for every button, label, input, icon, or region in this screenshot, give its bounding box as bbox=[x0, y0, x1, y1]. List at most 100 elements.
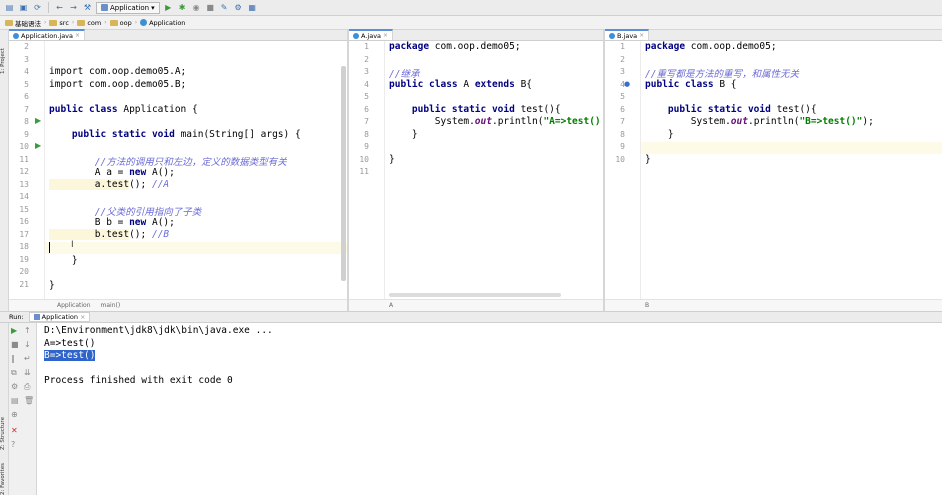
code-text: A bbox=[457, 79, 475, 90]
crumb-project[interactable]: 基础语法 bbox=[2, 18, 44, 28]
code-comment: //方法的调用只和左边，定义的数据类型有关 bbox=[49, 157, 287, 168]
line-number: 10 bbox=[359, 154, 369, 164]
line-number: 4 bbox=[24, 67, 29, 76]
structure-icon[interactable]: ▦ bbox=[247, 2, 258, 13]
tab-b-java[interactable]: B.java × bbox=[605, 29, 650, 40]
close-icon[interactable]: × bbox=[75, 32, 80, 39]
code-line-1: package com.oop.demo05; bbox=[645, 41, 777, 52]
structure-tool-button[interactable]: Z: Structure bbox=[0, 402, 9, 450]
footer-method[interactable]: main() bbox=[101, 302, 121, 309]
stop-icon[interactable]: ■ bbox=[205, 2, 216, 13]
stop-icon[interactable]: ■ bbox=[11, 340, 19, 349]
pin-icon[interactable]: ⊕ bbox=[11, 410, 18, 419]
close-icon[interactable]: × bbox=[80, 313, 85, 321]
coverage-icon[interactable]: ◉ bbox=[191, 2, 202, 13]
close-icon[interactable]: ✕ bbox=[11, 426, 18, 435]
footer-class[interactable]: Application bbox=[57, 302, 91, 309]
code-comment: //父类的引用指向了子类 bbox=[49, 207, 202, 218]
line-number: 11 bbox=[359, 167, 369, 176]
build-icon[interactable]: ⚒ bbox=[82, 2, 93, 13]
app-config-icon bbox=[33, 314, 40, 320]
line-number: 4 bbox=[620, 79, 625, 89]
code-line-7: public class Application { bbox=[49, 104, 198, 115]
run-tab-application[interactable]: Application × bbox=[28, 312, 91, 322]
line-number: 15 bbox=[19, 204, 29, 214]
tab-label: B.java bbox=[617, 31, 638, 40]
tab-application-java[interactable]: Application.java × bbox=[9, 29, 86, 40]
pause-icon[interactable]: ‖ bbox=[11, 354, 15, 363]
line-number: 1 bbox=[364, 42, 369, 51]
sync-icon[interactable]: ⟳ bbox=[32, 2, 43, 13]
project-tool-button[interactable]: 1: Project bbox=[0, 34, 9, 74]
crumb-src[interactable]: src bbox=[46, 19, 72, 27]
open-icon[interactable]: ▤ bbox=[4, 2, 15, 13]
console-line: Process finished with exit code 0 bbox=[44, 375, 233, 386]
crumb-application[interactable]: Application bbox=[137, 19, 188, 27]
settings-icon[interactable]: ⚙ bbox=[233, 2, 244, 13]
line-number: 4 bbox=[364, 79, 369, 89]
line-number: 6 bbox=[24, 92, 29, 101]
back-icon[interactable]: ← bbox=[54, 2, 65, 13]
code-line-21: } bbox=[49, 280, 55, 291]
line-number: 2 bbox=[620, 54, 625, 64]
scroll-to-end-icon[interactable]: ⇊ bbox=[24, 368, 31, 377]
line-number: 18 bbox=[19, 242, 29, 251]
keyword: new bbox=[129, 217, 147, 228]
current-line-highlight bbox=[45, 242, 347, 254]
implemented-method-icon[interactable]: ● bbox=[624, 80, 630, 88]
code-text: (); bbox=[129, 179, 152, 190]
crumb-label: 基础语法 bbox=[15, 19, 41, 28]
code-text: b.test bbox=[49, 229, 130, 240]
run-config-select[interactable]: Application ▾ bbox=[96, 1, 160, 14]
crumb-com[interactable]: com bbox=[74, 19, 104, 27]
vcs-icon[interactable]: ✎ bbox=[219, 2, 230, 13]
footer-class[interactable]: A bbox=[389, 302, 393, 309]
debug-icon[interactable]: ✱ bbox=[177, 2, 188, 13]
keyword: extends bbox=[474, 79, 515, 90]
code-string: "A=>test()" bbox=[543, 116, 599, 127]
line-number: 19 bbox=[19, 254, 29, 264]
line-number: 16 bbox=[19, 217, 29, 226]
trash-icon[interactable]: 🗑 bbox=[24, 396, 34, 405]
save-icon[interactable]: ▣ bbox=[18, 2, 29, 13]
code-text: com.oop.demo05; bbox=[429, 41, 521, 52]
close-icon[interactable]: × bbox=[383, 32, 388, 39]
code-line-4: import com.oop.demo05.A; bbox=[49, 66, 187, 77]
code-comment: //B bbox=[151, 229, 170, 240]
console-output[interactable]: D:\Environment\jdk8\jdk\bin\java.exe ...… bbox=[37, 323, 942, 495]
down-icon[interactable]: ↓ bbox=[24, 340, 31, 349]
code-line-4: public class B { bbox=[645, 79, 737, 90]
tab-a-java[interactable]: A.java × bbox=[349, 29, 394, 40]
editor-pane-application: Application.java × 2 3 4 5 6 7 8 9 10 11… bbox=[9, 29, 347, 311]
code-text: System. bbox=[645, 116, 731, 127]
layout-icon[interactable]: ▤ bbox=[11, 396, 19, 405]
crumb-oop[interactable]: oop bbox=[107, 19, 135, 27]
line-number: 20 bbox=[19, 267, 29, 276]
soft-wrap-icon[interactable]: ↵ bbox=[24, 354, 31, 363]
footer-class[interactable]: B bbox=[645, 302, 649, 309]
line-gutter: 1 2 3 4 5 6 7 8 9 10 ● bbox=[605, 41, 641, 299]
forward-icon[interactable]: → bbox=[68, 2, 79, 13]
settings-icon[interactable]: ⚙ bbox=[11, 382, 18, 391]
close-icon[interactable]: × bbox=[639, 32, 644, 39]
code-text: test(){ bbox=[770, 104, 817, 115]
line-number: 12 bbox=[19, 167, 29, 176]
horizontal-scrollbar[interactable] bbox=[389, 293, 561, 297]
code-line-12: A a = new A(); bbox=[49, 167, 175, 178]
favorites-tool-button[interactable]: 2: Favorites bbox=[0, 455, 9, 495]
line-number: 6 bbox=[620, 104, 625, 114]
print-icon[interactable]: ⎙ bbox=[24, 382, 30, 392]
run-gutter-icon[interactable]: ▶ bbox=[35, 141, 41, 150]
help-icon[interactable]: ? bbox=[11, 440, 15, 449]
run-gutter-icon[interactable]: ▶ bbox=[35, 116, 41, 125]
crumb-label: src bbox=[59, 18, 69, 27]
keyword: new bbox=[129, 167, 147, 178]
rerun-icon[interactable]: ▶ bbox=[11, 326, 17, 335]
code-line-13: a.test(); //A bbox=[49, 179, 169, 190]
up-icon[interactable]: ↑ bbox=[24, 326, 31, 335]
run-icon[interactable]: ▶ bbox=[163, 2, 174, 13]
vertical-scrollbar[interactable] bbox=[341, 66, 346, 281]
line-gutter: 1 2 3 4 5 6 7 8 9 10 11 bbox=[349, 41, 385, 299]
dump-threads-icon[interactable]: ⧉ bbox=[11, 368, 17, 378]
folder-icon bbox=[109, 19, 118, 26]
